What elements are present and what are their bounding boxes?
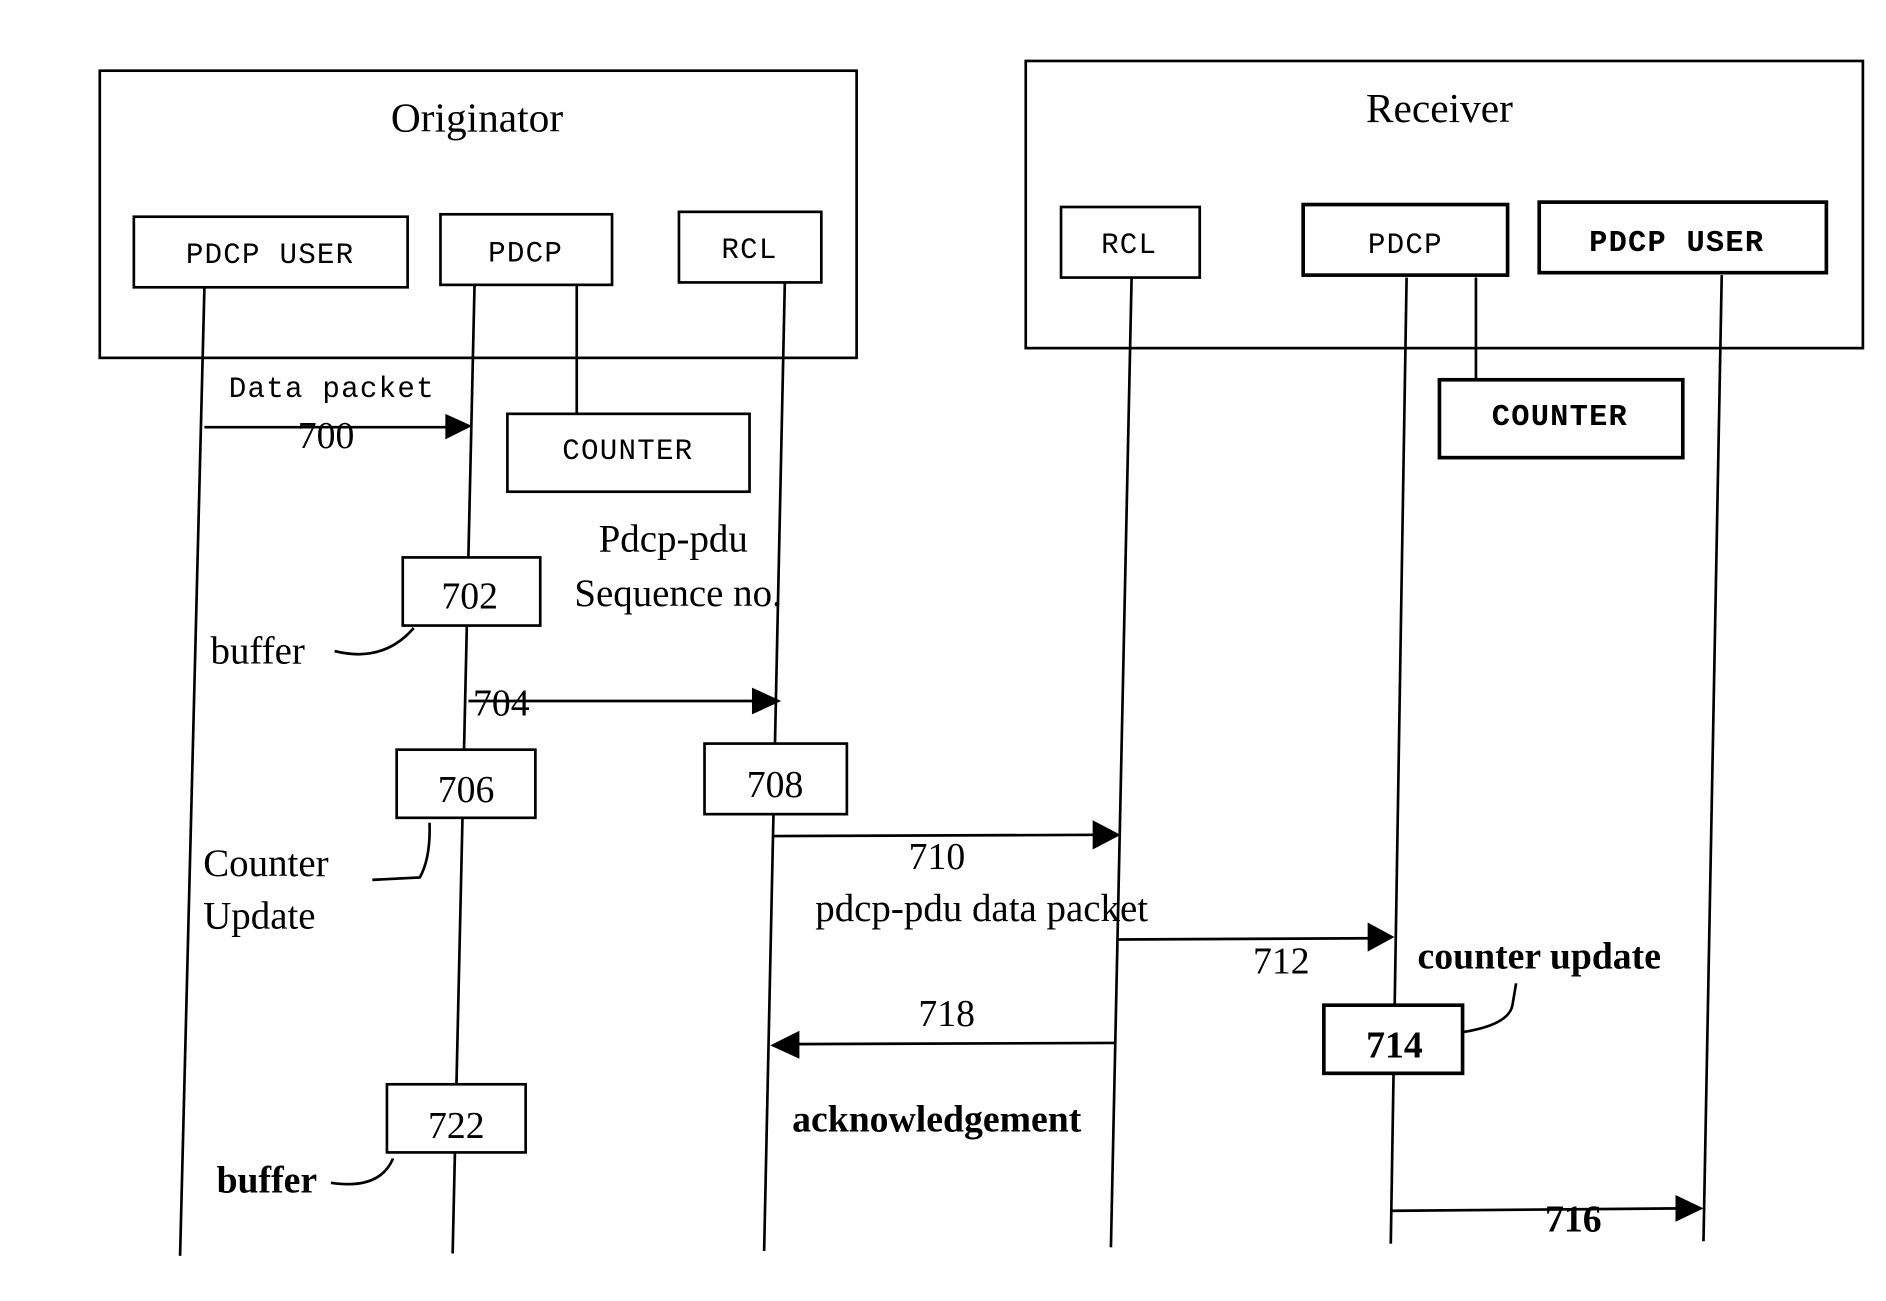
counter-update-leader-2 [1463,983,1518,1034]
message-710: 710 pdcp-pdu data packet [773,820,1148,930]
buffer-leader-1 [334,627,415,656]
arrow-718-line [793,1041,1116,1046]
step-704-label: 704 [473,683,530,725]
message-718: 718 acknowledgement [770,993,1116,1141]
step-718-label: 718 [918,993,975,1035]
message-712: 712 [1116,922,1395,983]
arrow-710-head [1092,820,1121,850]
step-700-label: 700 [298,415,355,457]
sequence-diagram: Originator PDCP USER PDCP RCL COUNTER Re… [98,59,1865,1256]
buffer-leader-2 [330,1157,395,1186]
counter-update-leader [372,822,431,882]
message-704: 704 [468,683,782,725]
message-700: Data packet 700 [204,373,473,457]
step-708-label: 708 [747,764,804,806]
lifeline-recv-pdcp-user [1702,275,1724,1242]
step-710-label: 710 [909,836,966,878]
step-714: counter update 714 [1322,936,1661,1076]
step-706: 706 Counter Update [203,748,537,938]
buffer-label-2: buffer [217,1160,318,1202]
step-702-label: 702 [441,576,498,618]
orig-counter-label: COUNTER [562,435,693,468]
lifeline-recv-rcl [1109,277,1133,1248]
step-716-label: 716 [1545,1199,1602,1241]
arrow-712-line [1116,936,1373,941]
receiver-title: Receiver [1366,85,1513,131]
orig-pdcp-label: PDCP [488,238,563,271]
sequence-no-label: Sequence no. [574,572,782,615]
step-712-label: 712 [1253,941,1310,983]
step-702: 702 buffer [211,556,542,672]
originator-title: Originator [391,95,564,141]
arrow-700-head [445,413,473,440]
counter-update-label: counter update [1418,936,1661,978]
update-label: Update [203,895,315,938]
arrow-716-line [1390,1207,1682,1213]
step-722: 722 buffer [217,1082,527,1202]
pdcp-pdu-data-packet-label: pdcp-pdu data packet [815,887,1148,930]
step-706-label: 706 [438,769,495,811]
recv-rcl-label: RCL [1101,229,1157,262]
recv-pdcp-label: PDCP [1368,229,1443,262]
data-packet-label: Data packet [229,373,435,406]
acknowledgement-label: acknowledgement [792,1099,1082,1141]
orig-pdcp-user-label: PDCP USER [186,239,355,272]
lifeline-orig-pdcp-user [178,287,206,1256]
recv-pdcp-user-label: PDCP USER [1589,227,1764,261]
arrow-718-head [770,1030,800,1059]
buffer-label-1: buffer [211,629,305,672]
orig-rcl-label: RCL [721,234,777,267]
arrow-712-head [1367,922,1395,952]
message-716: 716 [1390,1195,1704,1241]
step-714-label: 714 [1366,1025,1423,1067]
lifeline-recv-pdcp [1389,277,1408,1244]
pdcp-pdu-label: Pdcp-pdu [599,517,748,560]
counter-label: Counter [203,842,328,885]
step-708: 708 [703,742,849,816]
step-722-label: 722 [428,1105,485,1147]
arrow-716-head [1675,1195,1704,1222]
recv-counter-label: COUNTER [1492,401,1628,435]
